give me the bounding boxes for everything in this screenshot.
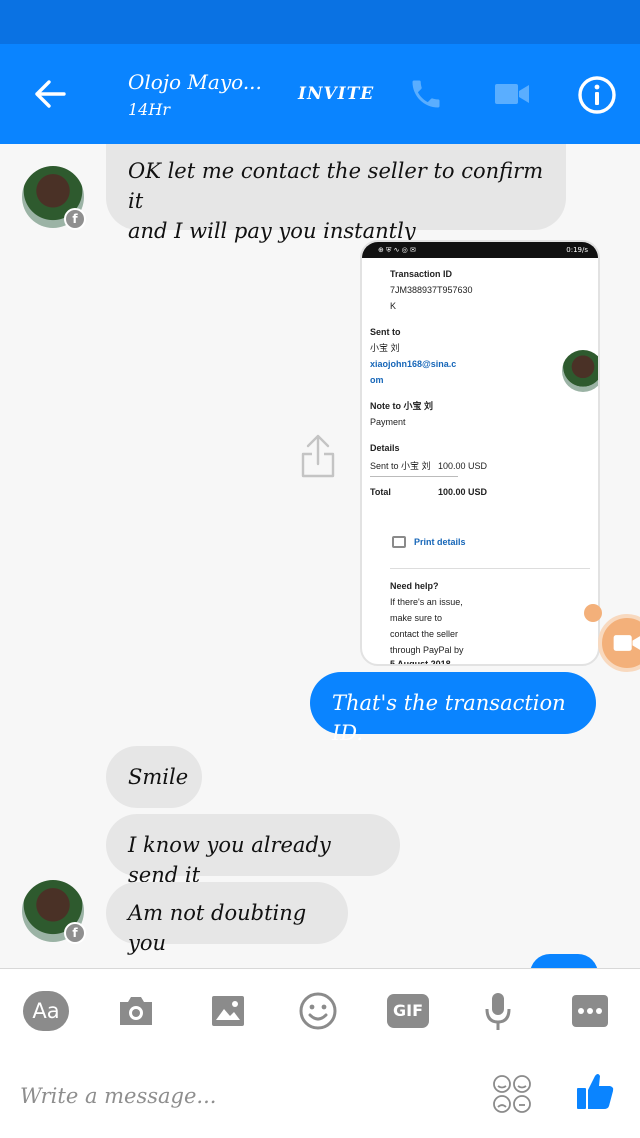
screenshot-clock: 0:19/s: [566, 246, 588, 254]
help-text-line: make sure to: [390, 613, 443, 623]
sent-to-name: 小宝 刘: [370, 343, 400, 353]
voice-message-button[interactable]: [478, 989, 518, 1033]
gallery-button[interactable]: [206, 989, 250, 1033]
microphone-icon: [485, 993, 511, 1030]
share-icon: [301, 434, 335, 478]
help-text-line: contact the seller: [390, 629, 459, 639]
message-composer: [0, 1052, 640, 1138]
contact-avatar[interactable]: f: [22, 166, 86, 230]
help-title: Need help?: [390, 581, 439, 591]
help-text-line: If there's an issue,: [390, 597, 463, 607]
contact-last-active: 14Hr: [128, 100, 170, 119]
details-divider: [370, 476, 458, 477]
camera-button[interactable]: [114, 989, 158, 1033]
message-bubble-outgoing-partial[interactable]: [530, 954, 598, 968]
transaction-id-tail: K: [390, 301, 397, 311]
gif-button[interactable]: GIF: [386, 989, 430, 1033]
gif-icon: GIF: [387, 994, 429, 1028]
video-chat-head-indicator: [584, 604, 602, 622]
thumbs-up-icon: [577, 1074, 614, 1109]
printer-icon: [392, 536, 406, 548]
print-details-link: Print details: [414, 537, 466, 547]
emoji-grid-icon: [493, 1075, 531, 1113]
video-call-button[interactable]: [490, 72, 534, 116]
message-bubble-incoming[interactable]: Smile: [106, 746, 202, 808]
screenshot-status-bar: ⊕ ⛨ ∿ ◎ ✉ 0:19/s: [362, 242, 598, 258]
chat-header: Olojo Mayo... 14Hr INVITE: [0, 44, 640, 144]
message-bubble-incoming[interactable]: Am not doubting you: [106, 882, 348, 955]
details-label: Details: [370, 443, 400, 453]
emoji-button[interactable]: [296, 989, 340, 1033]
composer-toolbar: Aa GIF: [0, 968, 640, 1052]
contact-name[interactable]: Olojo Mayo...: [128, 70, 262, 94]
invite-button[interactable]: INVITE: [298, 84, 374, 104]
text-format-icon: Aa: [23, 991, 69, 1031]
contact-avatar[interactable]: f: [22, 880, 86, 944]
emoji-icon: [299, 992, 337, 1030]
total-label: Total: [370, 487, 391, 497]
message-bubble-incoming[interactable]: I know you already send it: [106, 814, 400, 887]
camera-icon: [120, 997, 152, 1025]
message-bubble-outgoing[interactable]: That's the transaction ID.: [310, 672, 596, 745]
phone-icon: [412, 80, 440, 108]
like-button[interactable]: [574, 1070, 620, 1116]
details-amount: 100.00 USD: [438, 461, 488, 471]
message-list[interactable]: f OK let me contact the seller to confir…: [0, 144, 640, 968]
floating-video-chat-head[interactable]: [598, 614, 640, 672]
screenshot-avatar: [562, 350, 598, 392]
transaction-id-value: 7JM388937T957630: [390, 285, 473, 295]
gallery-icon: [212, 996, 244, 1026]
facebook-badge-icon: f: [64, 208, 86, 230]
message-input[interactable]: [20, 1078, 440, 1114]
total-amount: 100.00 USD: [438, 487, 488, 497]
note-label: Note to 小宝 刘: [370, 401, 433, 411]
more-options-button[interactable]: [568, 989, 612, 1033]
transaction-id-label: Transaction ID: [390, 269, 453, 279]
message-bubble-incoming[interactable]: OK let me contact the seller to confirm …: [106, 144, 566, 243]
emoji-picker-button[interactable]: [492, 1074, 534, 1116]
system-status-bar: [0, 0, 640, 44]
transaction-screenshot[interactable]: ⊕ ⛨ ∿ ◎ ✉ 0:19/s Transaction ID 7JM38893…: [360, 240, 600, 666]
note-value: Payment: [370, 417, 406, 427]
info-icon: [578, 76, 616, 114]
voice-call-button[interactable]: [404, 72, 448, 116]
conversation-info-button[interactable]: [574, 72, 620, 118]
share-button[interactable]: [298, 432, 338, 480]
facebook-badge-icon: f: [64, 922, 86, 944]
back-arrow-icon: [35, 80, 66, 108]
details-line: Sent to 小宝 刘: [370, 461, 431, 471]
help-divider: [390, 568, 590, 569]
video-camera-icon: [495, 84, 529, 104]
help-text-line: 5 August 2018: [390, 659, 451, 666]
sent-to-label: Sent to: [370, 327, 401, 337]
video-camera-icon: [613, 635, 640, 651]
text-format-button[interactable]: Aa: [22, 989, 70, 1033]
back-button[interactable]: [22, 72, 78, 116]
recipient-email-line1: xiaojohn168@sina.c: [370, 359, 457, 369]
more-icon: [572, 995, 608, 1027]
recipient-email-line2: om: [370, 375, 384, 385]
